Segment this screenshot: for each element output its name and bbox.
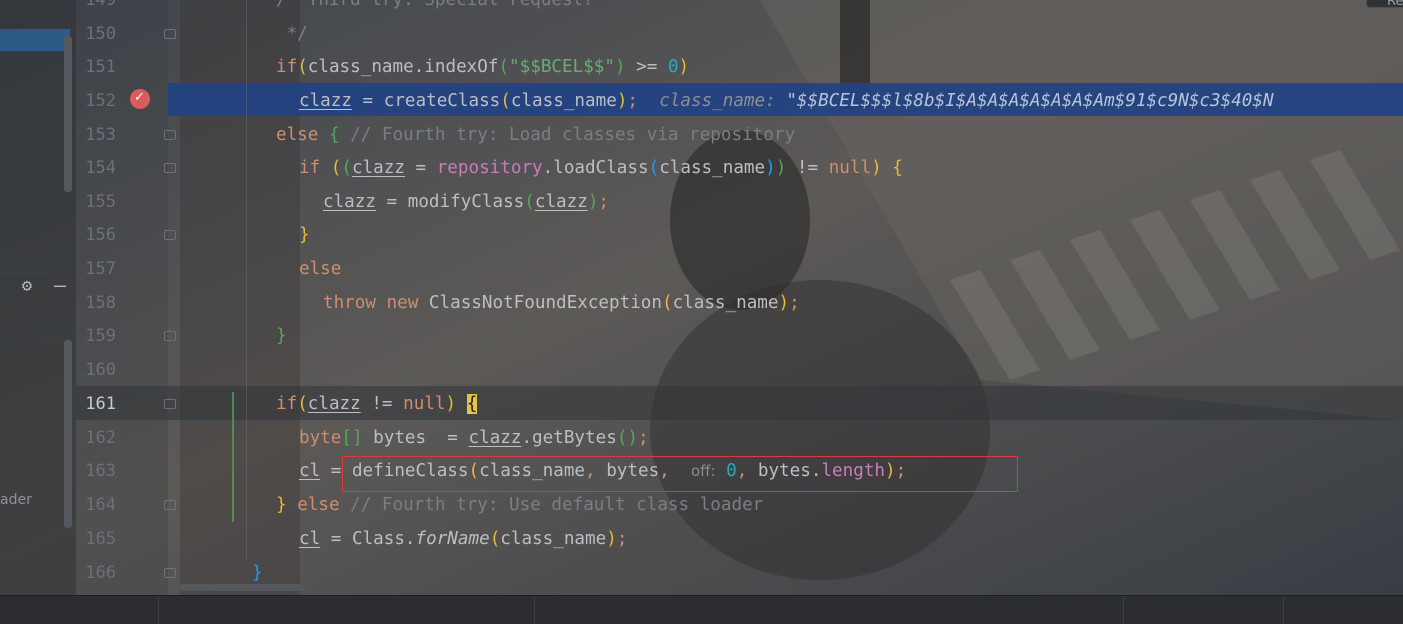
code-text: } [276,326,287,346]
code-text: clazz = createClass(class_name); class_n… [299,91,1274,111]
bottom-bar-segment[interactable] [158,596,159,624]
red-annotation-box [342,456,1018,492]
line-number: 162 [85,428,116,448]
code-text: else { // Fourth try: Load classes via r… [276,125,796,145]
code-line: 157 else [76,252,1403,286]
fold-icon[interactable] [164,230,176,240]
bottom-tool-bar [0,595,1403,624]
panel-scrollbar-lower[interactable] [64,340,72,528]
code-line: 159 } [76,319,1403,353]
line-number: 158 [85,293,116,313]
panel-scrollbar[interactable] [64,36,72,192]
line-number: 156 [85,225,116,245]
line-number: 155 [85,192,116,212]
line-number: 161 [85,394,116,414]
line-number: 165 [85,529,116,549]
code-text: if(clazz != null) { [276,394,478,414]
left-tool-panel: ⚙ – ader [0,0,76,595]
bottom-bar-segment[interactable] [1123,596,1124,624]
code-line: 150 */ [76,17,1403,51]
code-text: */ [276,24,308,44]
code-text: clazz = modifyClass(clazz); [323,192,610,212]
code-line-execution-point: 152 clazz = createClass(class_name); cla… [76,84,1403,118]
line-number: 153 [85,125,116,145]
code-line: 160 [76,353,1403,387]
bottom-bar-segment[interactable] [1283,596,1284,624]
code-line: 151 if(class_name.indexOf("$$BCEL$$") >=… [76,50,1403,84]
line-number: 157 [85,259,116,279]
selected-tree-row[interactable] [0,29,70,51]
code-text: if(class_name.indexOf("$$BCEL$$") >= 0) [276,57,690,77]
fold-icon[interactable] [164,399,176,409]
code-line: 149 /* Third try: Special request? [76,0,1403,17]
code-text: else [299,259,342,279]
line-number: 164 [85,495,116,515]
code-line: 155 clazz = modifyClass(clazz); [76,185,1403,219]
code-text: } [299,225,310,245]
fold-icon[interactable] [164,568,176,578]
panel-divider [0,338,76,339]
fold-icon[interactable] [164,29,176,39]
line-number: 151 [85,57,116,77]
code-text: if ((clazz = repository.loadClass(class_… [299,158,903,178]
line-number: 154 [85,158,116,178]
fold-icon[interactable] [164,331,176,341]
line-number: 149 [85,0,116,10]
code-text: } else // Fourth try: Use default class … [276,495,764,515]
code-line: 158 throw new ClassNotFoundException(cla… [76,286,1403,320]
fold-icon[interactable] [164,500,176,510]
line-number: 163 [85,461,116,481]
line-number: 150 [85,24,116,44]
code-text: cl = Class.forName(class_name); [299,529,628,549]
fold-icon[interactable] [164,130,176,140]
code-line: 156 } [76,218,1403,252]
code-line-current: 161 if(clazz != null) { [76,387,1403,421]
code-text: } [252,563,263,583]
line-number: 160 [85,360,116,380]
code-line: 164 } else // Fourth try: Use default cl… [76,488,1403,522]
code-line: 153 else { // Fourth try: Load classes v… [76,118,1403,152]
line-number: 152 [85,91,116,111]
fold-icon[interactable] [164,163,176,173]
code-line: 162 byte[] bytes = clazz.getBytes(); [76,421,1403,455]
code-text: /* Third try: Special request? [276,0,594,10]
code-text: byte[] bytes = clazz.getBytes(); [299,428,649,448]
line-number: 166 [85,563,116,583]
gear-icon[interactable]: ⚙ [16,276,38,296]
code-editor[interactable]: ✓ 149 /* Third try: Special request? 150… [76,0,1403,595]
code-text: throw new ClassNotFoundException(class_n… [323,293,800,313]
line-number: 159 [85,326,116,346]
reader-mode-toggle[interactable]: Reader mode [1366,0,1403,8]
bottom-bar-segment[interactable] [534,596,535,624]
panel-item-label: ader [0,492,32,508]
horizontal-scrollbar[interactable] [180,584,305,591]
code-line: 154 if ((clazz = repository.loadClass(cl… [76,151,1403,185]
code-line: 165 cl = Class.forName(class_name); [76,522,1403,556]
minimize-icon[interactable]: – [50,275,70,296]
